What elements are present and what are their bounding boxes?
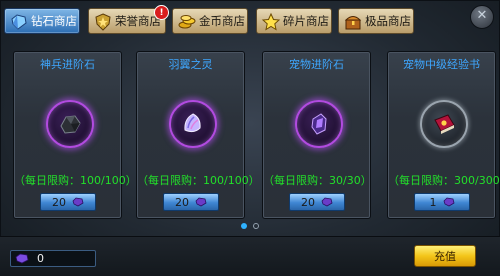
wing-spirit-icon [184,113,201,133]
shop-item-card: 宠物中级经验书 （每日限购：300/300） 1 [387,51,500,219]
daily-limit-text: （每日限购：100/100） [14,174,137,187]
tab-label: 碎片商店 [283,14,329,28]
item-slot[interactable] [46,100,94,148]
tab-premium-shop[interactable]: 极品商店 [338,8,414,34]
shop-tab-bar: 钻石商店 荣誉商店 ! 金币商店 碎片商店 极品商店 [4,5,474,36]
item-name: 神兵进阶石 [40,58,95,71]
tab-label: 金币商店 [199,14,245,28]
gold-coins-icon [178,15,196,29]
tab-label: 极品商店 [365,14,411,28]
diamond-icon [443,197,454,207]
diamond-icon [195,197,207,207]
tab-label: 钻石商店 [31,14,77,28]
diamond-icon [11,14,27,30]
star-fragment-icon [261,12,281,31]
pet-stone-icon [311,113,327,135]
honor-shield-icon [95,13,111,31]
tab-honor-shop[interactable]: 荣誉商店 ! [88,5,169,34]
price-text: 20 [52,195,66,209]
shop-item-card: 羽翼之灵 （每日限购：100/100） 20 [136,51,260,219]
daily-limit-text: （每日限购：300/300） [388,174,500,187]
item-name: 宠物进阶石 [289,58,344,71]
page-dot-active[interactable] [241,223,247,229]
tab-gold-shop[interactable]: 金币商店 [172,8,248,34]
diamond-icon [72,197,84,207]
item-slot[interactable] [420,100,468,148]
buy-button[interactable]: 1 [414,193,470,211]
balance-value: 0 [37,252,44,265]
item-slot[interactable] [295,100,343,148]
daily-limit-text: （每日限购：100/100） [137,174,260,187]
treasure-chest-icon [344,16,362,30]
buy-button[interactable]: 20 [289,193,345,211]
item-slot[interactable] [169,100,217,148]
price-text: 20 [301,195,315,209]
recharge-label: 充值 [434,250,456,263]
recharge-button[interactable]: 充值 [414,245,476,267]
tab-diamond-shop[interactable]: 钻石商店 [4,8,80,34]
diamond-icon [321,197,333,207]
shop-item-card: 宠物进阶石 （每日限购：30/30） 20 [262,51,372,219]
daily-limit-text: （每日限购：30/30） [263,174,372,187]
item-name: 宠物中级经验书 [403,58,480,71]
page-dot[interactable] [253,223,259,229]
buy-button[interactable]: 20 [163,193,219,211]
weapon-stone-icon [60,115,81,134]
item-name: 羽翼之灵 [168,58,213,71]
diamond-icon [15,253,29,264]
buy-button[interactable]: 20 [40,193,96,211]
price-text: 1 [429,195,437,209]
close-icon: ✕ [476,8,488,23]
exp-book-icon [434,114,455,134]
notification-badge: ! [154,5,169,20]
diamond-balance: 0 [10,250,96,267]
tab-fragment-shop[interactable]: 碎片商店 [256,8,332,34]
price-text: 20 [175,195,189,209]
close-button[interactable]: ✕ [470,5,494,29]
shop-item-card: 神兵进阶石 （每日限购：100/100） 20 [13,51,137,219]
